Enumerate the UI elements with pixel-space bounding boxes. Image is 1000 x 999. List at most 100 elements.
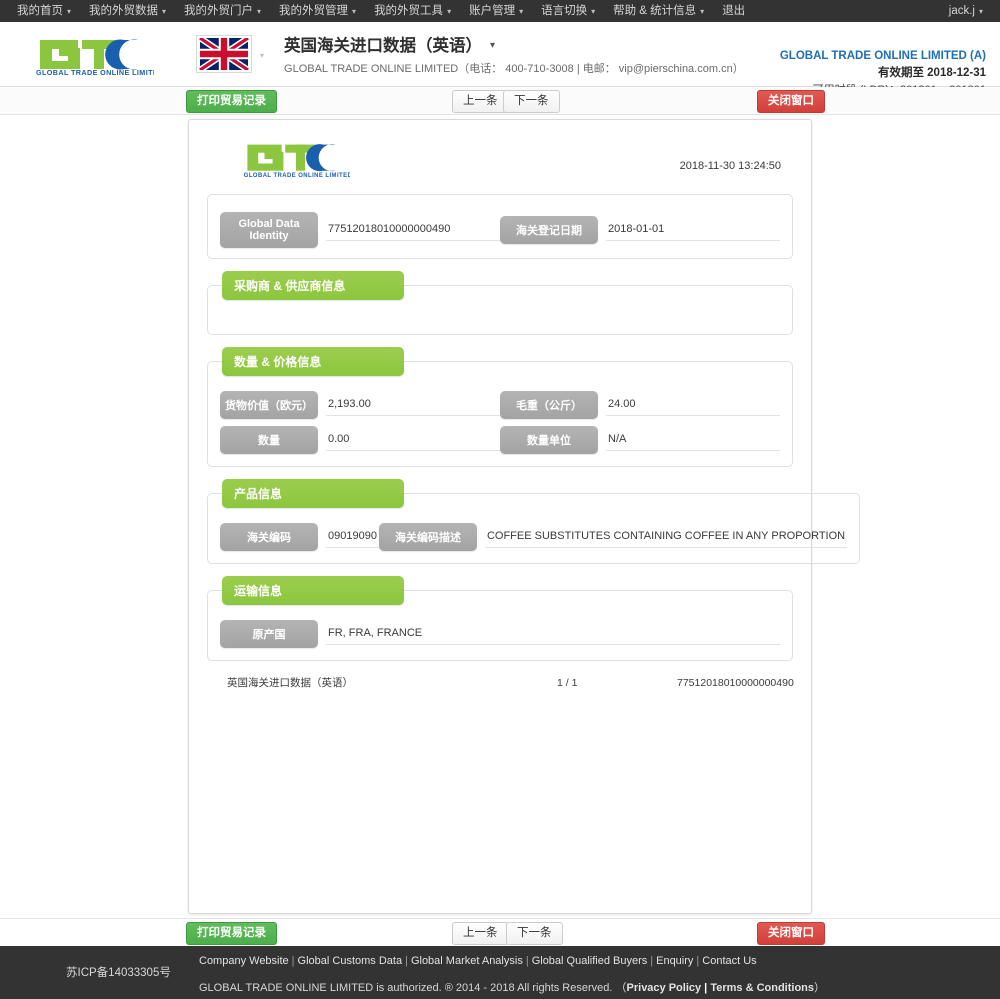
toolbar-bottom: 打印贸易记录 上一条 下一条 关闭窗口 <box>0 918 1000 946</box>
field-value: 2018-01-01 <box>606 219 780 241</box>
footer-link-4[interactable]: Enquiry <box>656 955 693 967</box>
account-name: GLOBAL TRADE ONLINE LIMITED (A) <box>779 50 986 62</box>
field-row: 货物价值（欧元） 2,193.00 毛重（公斤） 24.00 <box>220 391 780 419</box>
brand-logo[interactable]: GLOBAL TRADE ONLINE LIMITED <box>14 32 174 76</box>
field-cell: 数量 0.00 <box>220 426 500 454</box>
nav-item-1[interactable]: 我的外贸数据 ▾ <box>80 0 175 22</box>
nav-item-label: 我的首页 <box>17 5 63 17</box>
field-cell: 数量单位 N/A <box>500 426 780 454</box>
footer-link-separator: | <box>291 955 295 967</box>
footer-link-1[interactable]: Global Customs Data <box>298 955 403 967</box>
copyright-prefix: GLOBAL TRADE ONLINE LIMITED is authorize… <box>199 982 627 994</box>
logo-tagline: GLOBAL TRADE ONLINE LIMITED <box>36 68 154 76</box>
nav-item-label: 语言切换 <box>541 5 588 17</box>
chevron-down-icon: ▾ <box>591 7 596 16</box>
top-navigation-bar: 我的首页 ▾ 我的外贸数据 ▾ 我的外贸门户 ▾ 我的外贸管理 ▾ 我的外贸工具 ▾ 账户管理 ▾ 语言… <box>0 0 1000 22</box>
nav-item-label: 我的外贸数据 <box>89 5 159 17</box>
field-row: 数量 0.00 数量单位 N/A <box>220 426 780 454</box>
field-label: 数量单位 <box>500 426 598 454</box>
field-label: 原产国 <box>220 620 318 648</box>
page-title-text: 英国海关进口数据（英语） <box>284 37 483 55</box>
footer-link-separator: | <box>650 955 654 967</box>
chevron-down-icon: ▾ <box>700 7 705 16</box>
privacy-policy-link[interactable]: Privacy Policy <box>627 982 702 994</box>
field-cell: 海关编码 09019090 <box>220 523 379 551</box>
footer-link-0[interactable]: Company Website <box>199 955 289 967</box>
copyright-suffix: ） <box>814 982 826 994</box>
document-stage: GLOBAL TRADE ONLINE LIMITED 2018-11-30 1… <box>0 115 1000 918</box>
gto-logo-svg: GLOBAL TRADE ONLINE LIMITED <box>36 39 154 76</box>
nav-item-2[interactable]: 我的外贸门户 ▾ <box>175 0 270 22</box>
footer-link-separator: | <box>405 955 408 967</box>
chevron-down-icon: ▾ <box>352 7 357 16</box>
nav-item-6[interactable]: 语言切换 ▾ <box>532 0 604 22</box>
page-title[interactable]: 英国海关进口数据（英语） ▾ <box>284 32 744 56</box>
field-value: 2,193.00 <box>326 394 500 416</box>
next-record-button-bottom[interactable]: 下一条 <box>506 922 563 945</box>
field-label: 数量 <box>220 426 318 454</box>
field-row: Global Data Identity 77512018010000000490… <box>220 212 780 248</box>
document-logo-tagline: GLOBAL TRADE ONLINE LIMITED <box>244 173 350 179</box>
user-menu-item[interactable]: jack.j ▾ <box>940 0 992 22</box>
footer-link-3[interactable]: Global Qualified Buyers <box>532 955 648 967</box>
section-title: 运输信息 <box>222 576 404 605</box>
footer-link-5[interactable]: Contact Us <box>702 955 756 967</box>
section-title: 数量 & 价格信息 <box>222 347 404 376</box>
document-section-0: Global Data Identity 77512018010000000490… <box>207 194 793 259</box>
footer-link-2[interactable]: Global Market Analysis <box>411 955 523 967</box>
icp-license: 苏ICP备14033305号 <box>66 967 171 979</box>
next-record-button[interactable]: 下一条 <box>503 90 560 113</box>
field-row: 海关编码 09019090 海关编码描述 COFFEE SUBSTITUTES CON… <box>220 523 848 551</box>
close-window-button-bottom[interactable]: 关闭窗口 <box>757 922 825 945</box>
chevron-down-icon[interactable]: ▾ <box>260 51 264 60</box>
nav-item-0[interactable]: 我的首页 ▾ <box>8 0 80 22</box>
field-cell: 海关编码描述 COFFEE SUBSTITUTES CONTAINING COFF… <box>378 523 848 551</box>
document-section-1: 采购商 & 供应商信息 <box>207 271 793 335</box>
uk-flag-icon[interactable] <box>196 35 252 73</box>
print-record-button-bottom[interactable]: 打印贸易记录 <box>186 922 277 945</box>
prev-record-button-bottom[interactable]: 上一条 <box>452 922 509 945</box>
chevron-down-icon[interactable]: ▾ <box>490 40 495 51</box>
field-value: FR, FRA, FRANCE <box>326 623 780 645</box>
field-label: 货物价值（欧元） <box>220 391 318 419</box>
toolbar-top: 打印贸易记录 上一条 下一条 关闭窗口 <box>0 87 1000 115</box>
footer-link-separator: | <box>525 955 529 967</box>
document-header: GLOBAL TRADE ONLINE LIMITED 2018-11-30 1… <box>207 138 793 194</box>
user-menu[interactable]: jack.j ▾ <box>940 0 992 22</box>
section-title: 采购商 & 供应商信息 <box>222 271 404 300</box>
field-value: COFFEE SUBSTITUTES CONTAINING COFFEE IN … <box>484 526 848 548</box>
footer-link-separator: | <box>696 955 700 967</box>
chevron-down-icon: ▾ <box>162 7 167 16</box>
footer-copyright: GLOBAL TRADE ONLINE LIMITED is authorize… <box>199 979 825 995</box>
field-value: 77512018010000000490 <box>326 219 500 241</box>
page-title-block: 英国海关进口数据（英语） ▾ GLOBAL TRADE ONLINE LIMIT… <box>284 32 744 76</box>
nav-item-5[interactable]: 账户管理 ▾ <box>460 0 532 22</box>
field-cell: 毛重（公斤） 24.00 <box>500 391 780 419</box>
nav-item-label: 我的外贸管理 <box>279 5 349 17</box>
close-window-button[interactable]: 关闭窗口 <box>757 90 825 113</box>
footer-sep: | <box>701 982 711 994</box>
section-title: 产品信息 <box>222 479 404 508</box>
user-menu-label: jack.j <box>948 5 975 17</box>
document-footer: 英国海关进口数据（英语） 1 / 1 77512018010000000490 <box>207 675 794 690</box>
nav-item-3[interactable]: 我的外贸管理 ▾ <box>270 0 365 22</box>
nav-item-7[interactable]: 帮助 & 统计信息 ▾ <box>604 0 713 22</box>
country-selector[interactable]: ▾ <box>196 35 264 73</box>
nav-item-label: 我的外贸门户 <box>184 5 254 17</box>
trade-record-document: GLOBAL TRADE ONLINE LIMITED 2018-11-30 1… <box>188 119 861 914</box>
field-value: 24.00 <box>606 394 780 416</box>
nav-item-8[interactable]: 退出 <box>713 0 754 22</box>
prev-record-button[interactable]: 上一条 <box>452 90 509 113</box>
field-cell: 原产国 FR, FRA, FRANCE <box>220 620 780 648</box>
nav-item-label: 退出 <box>722 5 746 17</box>
nav-item-4[interactable]: 我的外贸工具 ▾ <box>365 0 460 22</box>
terms-conditions-link[interactable]: Terms & Conditions <box>710 982 814 994</box>
document-footer-page: 1 / 1 <box>557 676 578 689</box>
chevron-down-icon: ▾ <box>978 7 983 16</box>
print-record-button[interactable]: 打印贸易记录 <box>186 90 277 113</box>
document-footer-id: 77512018010000000490 <box>677 676 794 689</box>
field-label: Global Data Identity <box>220 212 318 248</box>
field-label: 海关编码描述 <box>378 523 477 551</box>
document-section-3: 产品信息海关编码 09019090 海关编码描述 COFFEE SUBSTITUTES… <box>207 479 861 564</box>
document-footer-source: 英国海关进口数据（英语） <box>227 677 353 689</box>
